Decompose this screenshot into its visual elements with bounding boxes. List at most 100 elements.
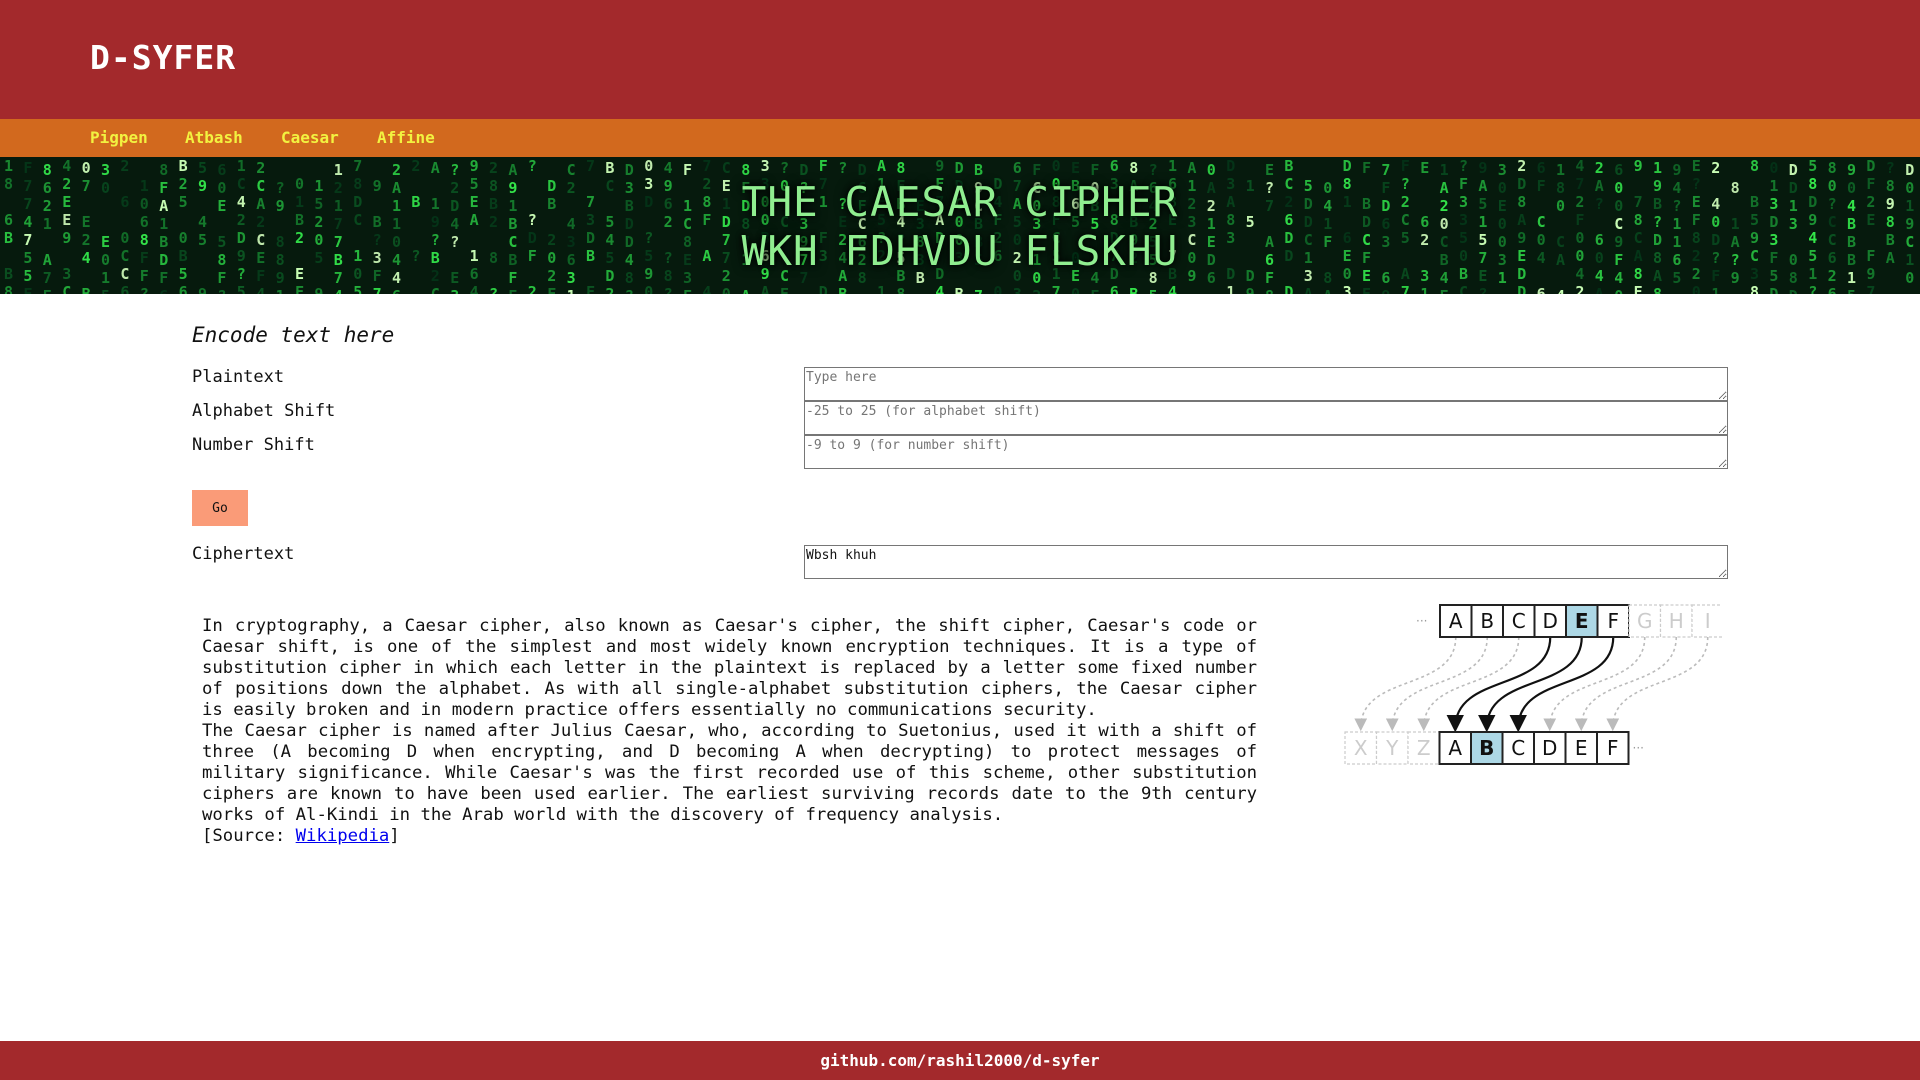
matrix-glyph: 7	[373, 285, 382, 294]
matrix-glyph: 8	[896, 159, 905, 177]
matrix-glyph: F	[23, 285, 32, 294]
matrix-glyph: A	[1187, 159, 1196, 177]
matrix-glyph: 5	[1847, 287, 1856, 294]
matrix-glyph: 6	[1828, 285, 1837, 294]
matrix-glyph: D	[625, 161, 634, 179]
alphabet-shift-input[interactable]	[804, 401, 1728, 435]
matrix-glyph: A	[741, 287, 750, 294]
wikipedia-link[interactable]: Wikipedia	[296, 826, 390, 846]
matrix-glyph: 0	[644, 283, 653, 294]
matrix-glyph: 2	[1032, 287, 1041, 294]
nav-item-caesar[interactable]: Caesar	[281, 128, 339, 147]
matrix-glyph: E	[1692, 157, 1701, 175]
matrix-glyph: 0	[993, 283, 1002, 294]
number-shift-input[interactable]	[804, 435, 1728, 469]
matrix-glyph: E	[1420, 159, 1429, 177]
matrix-glyph: A	[877, 157, 886, 175]
matrix-glyph: 1	[237, 157, 246, 175]
matrix-glyph: 2	[489, 159, 498, 177]
matrix-glyph: F	[683, 287, 692, 294]
cipher-row-letter: C	[1511, 736, 1525, 760]
matrix-glyph: 4	[935, 283, 944, 294]
matrix-glyph: B	[955, 285, 964, 294]
matrix-glyph: ?	[1886, 159, 1895, 177]
matrix-glyph: 0	[1052, 157, 1061, 175]
matrix-glyph: B	[605, 159, 614, 177]
plain-row-letter: H	[1669, 609, 1684, 633]
plain-row-letter: B	[1480, 609, 1494, 633]
matrix-glyph: 0	[644, 157, 653, 175]
matrix-glyph: 6	[1110, 283, 1119, 294]
matrix-glyph: 2	[528, 283, 537, 294]
footer-repo-link[interactable]: github.com/rashil2000/d-syfer	[0, 1051, 1920, 1070]
matrix-glyph: E	[780, 285, 789, 294]
matrix-glyph: 4	[256, 285, 265, 294]
plain-row-letter: I	[1705, 609, 1711, 633]
matrix-glyph: 5	[237, 283, 246, 294]
matrix-glyph: 5	[353, 283, 362, 294]
matrix-glyph: E	[43, 287, 52, 294]
matrix-glyph: F	[295, 283, 304, 294]
matrix-glyph: 2	[1595, 159, 1604, 177]
plaintext-input[interactable]	[804, 367, 1728, 401]
matrix-glyph: 0	[722, 285, 731, 294]
plaintext-label: Plaintext	[192, 367, 285, 387]
top-header: D-SYFER	[0, 0, 1920, 119]
go-button[interactable]: Go	[192, 490, 248, 526]
description-paragraph-2: The Caesar cipher is named after Julius …	[202, 721, 1257, 825]
source-prefix: [Source:	[202, 826, 296, 846]
matrix-glyph: B	[1284, 157, 1293, 175]
matrix-glyph: 3	[450, 287, 459, 294]
matrix-glyph: A	[508, 161, 517, 179]
ciphertext-output[interactable]	[804, 545, 1728, 579]
matrix-glyph: 3	[1498, 161, 1507, 179]
cipher-row-letter: A	[1448, 736, 1462, 760]
matrix-glyph: B	[974, 161, 983, 179]
nav-item-pigpen[interactable]: Pigpen	[90, 128, 148, 147]
matrix-glyph: F	[1032, 161, 1041, 179]
matrix-glyph: 5	[101, 287, 110, 294]
plain-row-letter: D	[1543, 609, 1558, 633]
matrix-glyph: 6	[1614, 161, 1623, 179]
matrix-glyph: 6	[120, 283, 129, 294]
matrix-glyph: 8	[1750, 283, 1759, 294]
plain-row-letter: E	[1575, 609, 1589, 633]
matrix-glyph: C	[62, 283, 71, 294]
matrix-glyph: D	[1343, 157, 1352, 175]
matrix-glyph: 6	[1013, 159, 1022, 177]
matrix-glyph: D	[1866, 157, 1875, 175]
cipher-row-letter: X	[1354, 736, 1368, 760]
matrix-glyph: 3	[761, 157, 770, 175]
matrix-glyph: 4	[1556, 287, 1565, 294]
plain-row-letter: F	[1607, 609, 1619, 633]
matrix-glyph: D	[799, 161, 808, 179]
matrix-glyph: E	[1071, 159, 1080, 177]
matrix-glyph: 6	[179, 283, 188, 294]
matrix-glyph: D	[1284, 283, 1293, 294]
matrix-glyph: 3	[101, 161, 110, 179]
matrix-glyph: 2	[1711, 159, 1720, 177]
matrix-glyph: ?	[780, 159, 789, 177]
matrix-glyph: 8	[4, 283, 13, 294]
nav-item-atbash[interactable]: Atbash	[185, 128, 243, 147]
matrix-glyph: 8	[159, 161, 168, 179]
banner-subtitle: WKH FDHVDU FLSKHU	[741, 227, 1179, 275]
matrix-glyph: E	[1362, 285, 1371, 294]
banner-title: THE CAESAR CIPHER	[741, 178, 1179, 226]
matrix-glyph: B	[838, 285, 847, 294]
matrix-glyph: 4	[62, 157, 71, 175]
matrix-glyph: 3	[1013, 285, 1022, 294]
matrix-glyph: 1	[1440, 161, 1449, 179]
nav-item-affine[interactable]: Affine	[377, 128, 435, 147]
matrix-glyph: 0	[1614, 287, 1623, 294]
matrix-glyph: ?	[217, 287, 226, 294]
matrix-glyph: ?	[1149, 161, 1158, 179]
matrix-glyph: 1	[877, 283, 886, 294]
matrix-glyph: F	[586, 283, 595, 294]
matrix-banner: 186BB8F774755F8621A7E42EE93C07E24B30E015…	[0, 157, 1920, 294]
matrix-glyph: 7	[702, 157, 711, 175]
matrix-glyph: 7	[974, 287, 983, 294]
caesar-description: In cryptography, a Caesar cipher, also k…	[202, 616, 1257, 847]
brand-logo[interactable]: D-SYFER	[90, 38, 236, 77]
matrix-glyph: A	[761, 283, 770, 294]
